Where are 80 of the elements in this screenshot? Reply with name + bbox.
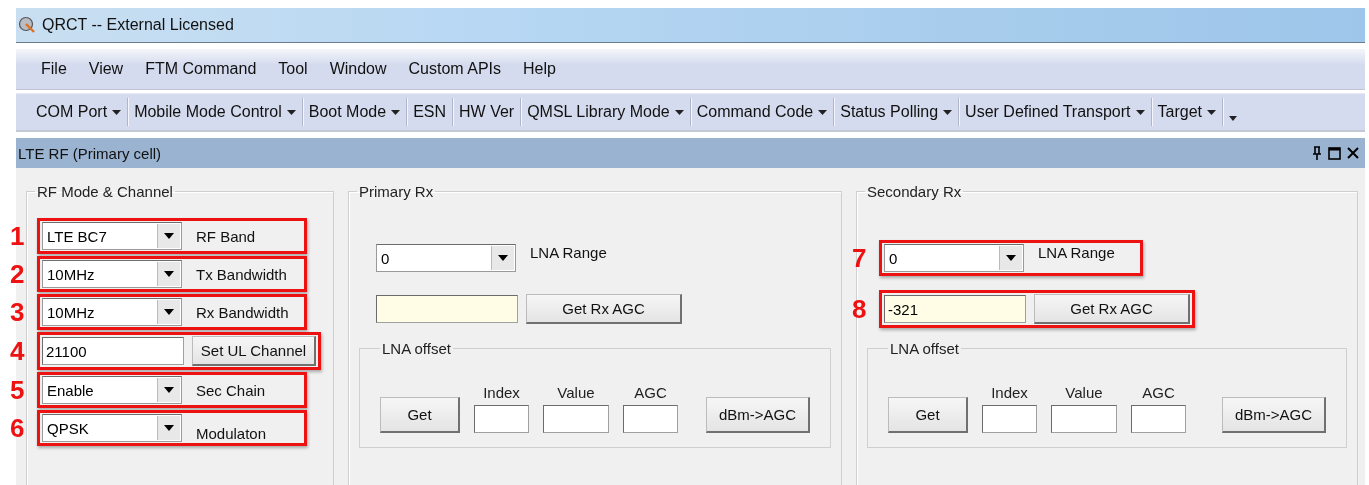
toolbar-button[interactable]: HW Ver [453, 98, 522, 126]
get-button[interactable]: Get [888, 397, 968, 433]
dropdown-field[interactable]: Enable [42, 376, 182, 404]
input-field[interactable] [1051, 405, 1117, 433]
toolbar-button[interactable]: ESN [407, 98, 454, 126]
field-label: Rx Bandwidth [195, 303, 290, 321]
input-field[interactable] [543, 405, 609, 433]
annotation-number: 6 [10, 412, 25, 444]
toolbar-button[interactable]: User Defined Transport [959, 98, 1152, 126]
field-label: Tx Bandwidth [195, 265, 288, 283]
field-label: Value [557, 384, 595, 401]
get-rx-agc-button[interactable]: Get Rx AGC [1034, 294, 1190, 324]
menu-item[interactable]: Custom APIs [397, 60, 513, 78]
satellite-dish-icon [18, 16, 36, 34]
annotation-number: 1 [10, 220, 25, 252]
menu-item[interactable]: Help [512, 60, 567, 78]
caret-icon [164, 387, 174, 393]
field-label: AGC [1142, 384, 1175, 401]
menu-item[interactable]: Tool [267, 60, 319, 78]
annotation-number: 3 [10, 296, 25, 328]
field-label: Index [483, 384, 520, 401]
field-label: AGC [634, 384, 667, 401]
field-label: LNA Range [1037, 244, 1116, 261]
get-rx-agc-button[interactable]: Get Rx AGC [526, 294, 682, 324]
field-label: LNA Range [529, 244, 608, 261]
field-label: Modulaton [195, 425, 268, 442]
annotation-number: 8 [852, 293, 867, 325]
input-field[interactable] [982, 405, 1037, 433]
group-title: Primary Rx [358, 183, 435, 200]
dbm-to-agc-button[interactable]: dBm->AGC [1222, 397, 1326, 433]
toolbar-button[interactable]: Mobile Mode Control [128, 98, 303, 126]
dropdown-field[interactable]: 0 [376, 244, 516, 272]
caret-icon [164, 233, 174, 239]
panel-title: LTE RF (Primary cell) [18, 144, 162, 162]
input-field[interactable]: 21100 [42, 337, 184, 365]
annotation-number: 2 [10, 258, 25, 290]
group-title: LNA offset [381, 340, 452, 357]
group-title: RF Mode & Channel [36, 183, 174, 200]
overflow-icon [1228, 115, 1237, 121]
toolbar-button[interactable]: Boot Mode [302, 98, 408, 126]
toolbar-button[interactable]: Status Polling [834, 98, 960, 126]
field-label: Value [1065, 384, 1103, 401]
caret-icon [498, 255, 508, 261]
input-field[interactable] [623, 405, 678, 433]
dropdown-field[interactable]: 10MHz [42, 298, 182, 326]
menu-item[interactable]: FTM Command [134, 60, 268, 78]
dropdown-field[interactable]: 10MHz [42, 260, 182, 288]
field-label: RF Band [195, 227, 257, 245]
menu-item[interactable]: Window [318, 60, 398, 78]
close-icon[interactable] [1347, 147, 1359, 159]
dropdown-field[interactable]: 0 [884, 244, 1024, 272]
annotation-number: 7 [852, 242, 867, 274]
pin-icon[interactable] [1312, 146, 1322, 160]
caret-icon [164, 309, 174, 315]
group-title: LNA offset [889, 340, 960, 357]
agc-field[interactable] [376, 295, 518, 323]
field-label: Sec Chain [195, 381, 267, 399]
annotation-number: 4 [10, 335, 25, 367]
dropdown-field[interactable]: LTE BC7 [42, 222, 182, 250]
agc-field[interactable]: -321 [884, 295, 1026, 323]
set-channel-button[interactable]: Set UL Channel [192, 336, 316, 366]
caret-icon [164, 425, 174, 431]
toolbar-button[interactable]: COM Port [30, 98, 129, 126]
caret-icon [164, 271, 174, 277]
annotation-number: 5 [10, 374, 25, 406]
input-field[interactable] [474, 405, 529, 433]
dbm-to-agc-button[interactable]: dBm->AGC [706, 397, 810, 433]
menu-item[interactable]: File [30, 60, 78, 78]
get-button[interactable]: Get [380, 397, 460, 433]
toolbar-button[interactable]: Target [1151, 98, 1223, 126]
field-label: Index [991, 384, 1028, 401]
caret-icon [1006, 255, 1016, 261]
toolbar-button[interactable]: QMSL Library Mode [521, 98, 691, 126]
menu-item[interactable]: View [77, 60, 135, 78]
window-title: QRCT -- External Licensed [42, 16, 234, 34]
input-field[interactable] [1131, 405, 1186, 433]
dropdown-field[interactable]: QPSK [42, 414, 182, 442]
toolbar-button[interactable]: Command Code [690, 98, 835, 126]
maximize-icon[interactable] [1328, 146, 1341, 160]
group-title: Secondary Rx [866, 183, 963, 200]
